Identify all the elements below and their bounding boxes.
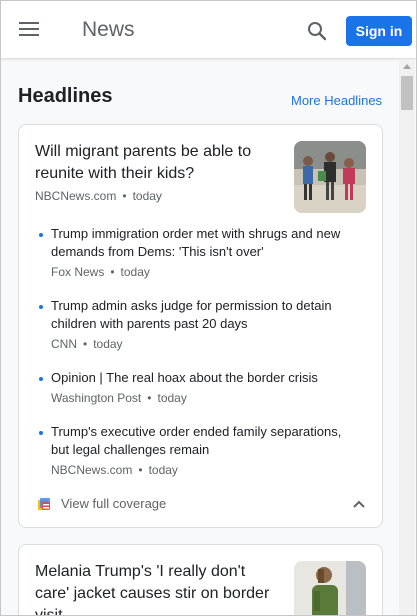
- view-full-coverage-label: View full coverage: [61, 496, 167, 511]
- story-title[interactable]: Opinion | The real hoax about the border…: [51, 369, 361, 387]
- timestamp: today: [132, 189, 162, 203]
- bullet-dot: [39, 377, 43, 381]
- sign-in-button[interactable]: Sign in: [346, 16, 412, 46]
- source-name[interactable]: Washington Post: [51, 391, 141, 405]
- source-name[interactable]: NBCNews.com: [51, 463, 132, 477]
- story-meta: Fox News • today: [51, 265, 150, 279]
- lead-story-thumbnail[interactable]: [294, 141, 366, 213]
- timestamp: today: [93, 337, 123, 351]
- hamburger-menu-icon[interactable]: [19, 22, 39, 38]
- bullet-dot: [39, 233, 43, 237]
- story-title[interactable]: Trump's executive order ended family sep…: [51, 423, 361, 459]
- full-coverage-icon: [38, 498, 50, 510]
- section-title: Headlines: [18, 85, 113, 107]
- bullet-dot: [39, 431, 43, 435]
- chevron-up-icon[interactable]: [352, 497, 366, 511]
- story-cluster-card: Will migrant parents be able to reunite …: [18, 124, 383, 528]
- story-meta: Washington Post • today: [51, 391, 187, 405]
- scroll-thumb[interactable]: [401, 76, 413, 110]
- source-name[interactable]: CNN: [51, 337, 77, 351]
- timestamp: today: [120, 265, 150, 279]
- timestamp: today: [148, 463, 178, 477]
- timestamp: today: [157, 391, 187, 405]
- lead-story-meta: NBCNews.com • today: [35, 189, 162, 203]
- app-window: News Sign in Headlines More Headlines Wi…: [0, 0, 417, 616]
- lead-story-thumbnail[interactable]: [294, 561, 366, 615]
- story-cluster-card: Melania Trump's 'I really don't care' ja…: [18, 544, 383, 615]
- story-title[interactable]: Trump admin asks judge for permission to…: [51, 297, 361, 333]
- bullet-dot: [39, 305, 43, 309]
- top-app-bar: News Sign in: [1, 1, 416, 59]
- vertical-scrollbar[interactable]: [399, 60, 415, 615]
- lead-story-title[interactable]: Melania Trump's 'I really don't care' ja…: [35, 561, 275, 615]
- brand-title: News: [82, 18, 135, 41]
- story-meta: CNN • today: [51, 337, 123, 351]
- story-title[interactable]: Trump immigration order met with shrugs …: [51, 225, 361, 261]
- source-name[interactable]: Fox News: [51, 265, 104, 279]
- story-meta: NBCNews.com • today: [51, 463, 178, 477]
- lead-story-title[interactable]: Will migrant parents be able to reunite …: [35, 141, 275, 185]
- scroll-up-arrow-icon[interactable]: [403, 64, 411, 69]
- more-headlines-link[interactable]: More Headlines: [291, 93, 382, 108]
- search-icon[interactable]: [306, 20, 328, 42]
- source-name[interactable]: NBCNews.com: [35, 189, 116, 203]
